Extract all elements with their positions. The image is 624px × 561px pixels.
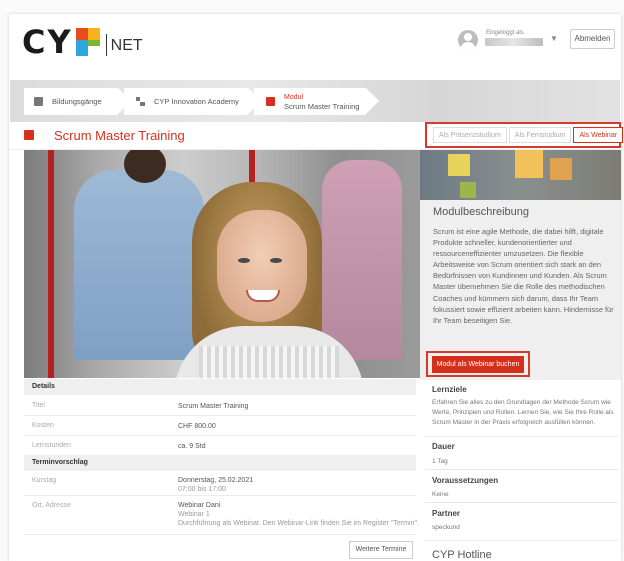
book-webinar-button[interactable]: Modul als Webinar buchen <box>432 356 524 373</box>
row-label: Kosten <box>32 422 54 429</box>
breadcrumb-label: Bildungsgänge <box>52 97 102 106</box>
divider <box>425 540 618 541</box>
divider <box>425 469 618 470</box>
row-label: Kurstag <box>32 477 57 484</box>
hero-photo <box>24 150 420 378</box>
voraussetzungen-heading: Voraussetzungen <box>432 476 499 485</box>
more-dates-button[interactable]: Weitere Termine <box>349 541 413 559</box>
chevron-down-icon[interactable]: ▼ <box>550 34 558 43</box>
side-photo <box>420 150 621 200</box>
table-row: Kurstag Donnerstag, 25.02.2021 07:00 bis… <box>24 472 416 496</box>
logo-p-mark <box>75 28 100 56</box>
breadcrumb-label: CYP Innovation Academy <box>154 97 239 106</box>
divider <box>425 436 618 437</box>
row-value: CHF 800.00 <box>178 423 216 430</box>
logo-text: CY <box>22 23 73 61</box>
details-header: Details <box>24 379 416 395</box>
description-text: Scrum ist eine agile Methode, die dabei … <box>433 227 614 325</box>
page-title: Scrum Master Training <box>54 128 185 143</box>
lernziele-text: Erfahren Sie alles zu den Grundlagen der… <box>432 399 614 426</box>
lernziele-heading: Lernziele <box>432 385 467 394</box>
user-name-blurred <box>485 38 543 46</box>
breadcrumb-item-academy[interactable]: CYP Innovation Academy <box>124 88 261 115</box>
row-label: Lernstunden <box>32 442 71 449</box>
mode-webinar-button[interactable]: Als Webinar <box>573 127 624 143</box>
logged-in-label: Eingeloggt als <box>486 30 524 36</box>
partner-value: speckund <box>432 524 460 531</box>
ort-note: Durchführung als Webinar. Den Webinar-Li… <box>178 520 419 527</box>
study-mode-selector: Als Präsenzstudium Als Fernstudium Als W… <box>425 122 624 148</box>
termin-header: Terminvorschlag <box>24 455 416 471</box>
ort-sub: Webinar 1 <box>178 511 210 518</box>
hierarchy-icon <box>136 97 145 106</box>
dauer-heading: Dauer <box>432 442 455 451</box>
row-value: Scrum Master Training <box>178 403 249 410</box>
kurstag-date: Donnerstag, 25.02.2021 <box>178 477 254 484</box>
module-icon <box>266 97 275 106</box>
row-label: Ort, Adresse <box>32 502 71 509</box>
breadcrumb-prefix: Modul <box>284 93 304 101</box>
kurstag-time: 07:00 bis 17:00 <box>178 486 226 493</box>
user-avatar-icon[interactable] <box>458 30 478 50</box>
table-row: Lernstunden ca. 9 Std <box>24 436 416 456</box>
logout-button[interactable]: Abmelden <box>570 29 615 49</box>
table-row: Kosten CHF 800.00 <box>24 416 416 436</box>
divider <box>425 502 618 503</box>
row-value: Donnerstag, 25.02.2021 07:00 bis 17:00 <box>178 476 253 494</box>
breadcrumb-label: Scrum Master Training <box>284 101 360 111</box>
folder-icon <box>34 97 43 106</box>
cyp-logo[interactable]: CY NET <box>22 25 143 59</box>
description-title: Modulbeschreibung <box>433 206 530 218</box>
breadcrumb-item-module[interactable]: Modul Scrum Master Training <box>254 88 379 115</box>
voraussetzungen-value: Keine <box>432 491 449 498</box>
table-row: Ort, Adresse Webinar Dani Webinar 1 Durc… <box>24 497 419 535</box>
breadcrumb-item-bildungsgaenge[interactable]: Bildungsgänge <box>24 88 131 115</box>
mode-praesenz-button[interactable]: Als Präsenzstudium <box>433 127 507 143</box>
dauer-value: 1 Tag <box>432 458 448 465</box>
logo-net-text: NET <box>105 34 143 56</box>
row-value: Webinar Dani Webinar 1 Durchführung als … <box>178 501 419 528</box>
mode-fern-button[interactable]: Als Fernstudium <box>508 127 572 143</box>
hotline-heading: CYP Hotline <box>432 549 492 561</box>
row-label: Titel <box>32 402 45 409</box>
row-value: ca. 9 Std <box>178 443 206 450</box>
table-row: Titel Scrum Master Training <box>24 396 416 416</box>
ort-name: Webinar Dani <box>178 502 221 509</box>
partner-heading: Partner <box>432 509 461 518</box>
module-icon <box>24 130 34 140</box>
